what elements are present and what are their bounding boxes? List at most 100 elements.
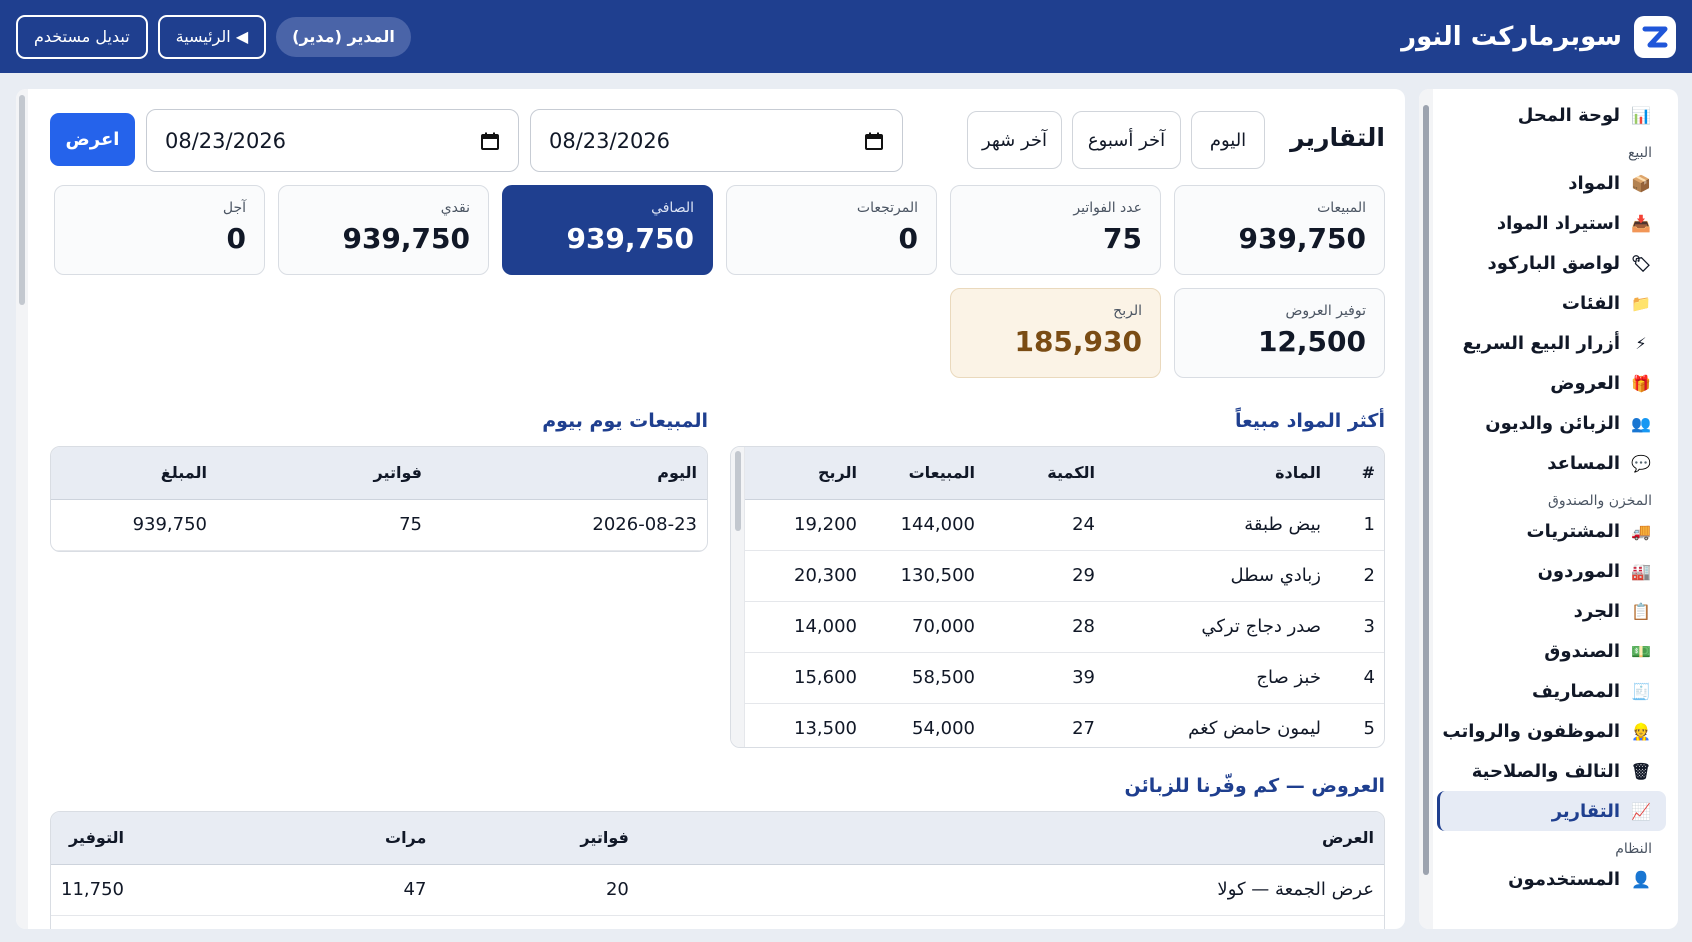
table-cell: ليمون حامض كغم	[1105, 703, 1331, 747]
tag-icon: 🏷	[1630, 253, 1652, 273]
table-header-row: # المادة الكمية المبيعات الربح	[745, 447, 1384, 500]
top-bar: سوبرماركت النور المدير (مدير) ◀ الرئيسية…	[0, 0, 1692, 73]
import-icon: 📥	[1631, 213, 1651, 233]
daily-sales-title: المبيعات يوم بيوم	[542, 410, 708, 432]
sidebar-scroll-thumb[interactable]	[1423, 105, 1429, 875]
table-cell: 39	[985, 652, 1105, 704]
sidebar-item-quick-buttons[interactable]: ⚡ أزرار البيع السريع	[1437, 323, 1666, 363]
sidebar-item-assistant[interactable]: 💬 المساعد	[1437, 443, 1666, 483]
show-report-button[interactable]: اعرض	[50, 113, 135, 166]
stat-card-profit: الربح 185,930	[950, 288, 1161, 378]
top-items-table: # المادة الكمية المبيعات الربح 1 بيض طبقة…	[730, 446, 1385, 748]
sidebar-scrollbar[interactable]	[1419, 89, 1433, 929]
column-header: فواتير	[217, 447, 432, 500]
current-user-pill: المدير (مدير)	[276, 16, 411, 57]
range-last-week-button[interactable]: آخر أسبوع	[1072, 111, 1181, 169]
column-header: المبيعات	[867, 447, 985, 500]
stat-card-credit: آجل 0	[54, 185, 265, 275]
sidebar-item-users[interactable]: 👤 المستخدمون	[1437, 859, 1666, 899]
table-cell: 2	[1331, 550, 1384, 602]
table-header-row: العرض فواتير مرات التوفير	[51, 812, 1384, 865]
table-row[interactable]: 4 خبز صاج 39 58,500 15,600	[745, 652, 1384, 704]
bar-chart-icon: 📊	[1631, 105, 1651, 125]
calendar-icon[interactable]	[480, 131, 500, 151]
calendar-icon[interactable]	[864, 131, 884, 151]
table-row[interactable]: 2026-08-23 75 939,750	[51, 499, 707, 551]
date-to-input[interactable]: 08/23/2026	[530, 109, 903, 172]
sidebar-item-damaged[interactable]: 🗑 التالف والصلاحية	[1437, 751, 1666, 791]
sidebar-item-import[interactable]: 📥 استيراد المواد	[1437, 203, 1666, 243]
table-cell: 14,000	[745, 601, 867, 653]
sidebar-item-items[interactable]: 📦 المواد	[1437, 163, 1666, 203]
table-cell: 1	[1331, 499, 1384, 551]
table-cell: 20	[436, 864, 639, 916]
app-title: سوبرماركت النور	[1401, 21, 1622, 52]
top-items-scrollbar[interactable]	[731, 447, 745, 747]
sidebar-item-reports[interactable]: 📈 التقارير	[1437, 791, 1666, 831]
brand: سوبرماركت النور	[1401, 15, 1676, 58]
sidebar-item-employees[interactable]: 👷 الموظفون والرواتب	[1437, 711, 1666, 751]
sidebar-section-system: النظام	[1615, 841, 1652, 857]
column-header: الربح	[745, 447, 867, 500]
stat-card-sales: المبيعات 939,750	[1174, 185, 1385, 275]
top-items-title: أكثر المواد مبيعاً	[1234, 410, 1385, 432]
column-header: فواتير	[436, 812, 639, 865]
offers-title: العروض — كم وفّرنا للزبائن	[1124, 775, 1385, 797]
table-cell: 19,200	[745, 499, 867, 551]
sidebar-item-barcode-labels[interactable]: 🏷 لواصق الباركود	[1437, 243, 1666, 283]
column-header: المبلغ	[51, 447, 217, 500]
table-cell: بيض طبقة	[1105, 499, 1331, 551]
range-last-month-button[interactable]: آخر شهر	[967, 111, 1062, 169]
table-row[interactable]: 5 ليمون حامض كغم 27 54,000 13,500	[745, 703, 1384, 747]
switch-user-button[interactable]: تبديل مستخدم	[16, 14, 148, 59]
table-cell: 4	[1331, 652, 1384, 704]
receipt-icon: 🧾	[1631, 681, 1651, 701]
table-row[interactable]: 3 صدر دجاج تركي 28 70,000 14,000	[745, 601, 1384, 653]
sidebar-item-offers[interactable]: 🎁 العروض	[1437, 363, 1666, 403]
clipboard-icon: 📋	[1631, 601, 1651, 621]
table-row[interactable]: 2 زبادي سطل 29 130,500 20,300	[745, 550, 1384, 602]
user-icon: 👤	[1631, 869, 1651, 889]
table-cell: 130,500	[867, 550, 985, 602]
table-cell: عرض الجمعة — كولا	[638, 864, 1384, 916]
table-row[interactable]: عرض الجمعة — كولا 20 47 11,750	[51, 864, 1384, 916]
sidebar: 📊 لوحة المحل البيع 📦 المواد 📥 استيراد الموا…	[1419, 89, 1678, 929]
top-items-scroll-thumb[interactable]	[735, 451, 741, 531]
stat-card-offers-saving: توفير العروض 12,500	[1174, 288, 1385, 378]
sidebar-item-categories[interactable]: 📁 الفئات	[1437, 283, 1666, 323]
stat-card-cash: نقدي 939,750	[278, 185, 489, 275]
sidebar-item-purchases[interactable]: 🚚 المشتريات	[1437, 511, 1666, 551]
table-cell: 15,600	[745, 652, 867, 704]
table-cell: 28	[985, 601, 1105, 653]
sidebar-item-cashbox[interactable]: 💵 الصندوق	[1437, 631, 1666, 671]
range-today-button[interactable]: اليوم	[1191, 111, 1265, 169]
column-header: العرض	[638, 812, 1384, 865]
table-cell: 939,750	[51, 499, 217, 551]
main-scrollbar[interactable]	[16, 89, 28, 929]
trash-icon: 🗑	[1630, 761, 1652, 781]
lightning-icon: ⚡	[1635, 333, 1647, 353]
main-scroll-thumb[interactable]	[19, 95, 25, 305]
table-cell: 54,000	[867, 703, 985, 747]
users-icon: 👥	[1631, 413, 1651, 433]
sidebar-item-expenses[interactable]: 🧾 المصاريف	[1437, 671, 1666, 711]
chart-icon: 📈	[1631, 801, 1651, 821]
table-cell: 75	[217, 499, 432, 551]
stat-card-invoices: عدد الفواتير 75	[950, 185, 1161, 275]
home-button[interactable]: ◀ الرئيسية	[157, 14, 267, 59]
date-from-input[interactable]: 08/23/2026	[146, 109, 519, 172]
stat-card-net: الصافي 939,750	[502, 185, 713, 275]
table-row[interactable]: 1 بيض طبقة 24 144,000 19,200	[745, 499, 1384, 551]
table-header-row: اليوم فواتير المبلغ	[51, 447, 707, 500]
offers-table: العرض فواتير مرات التوفير عرض الجمعة — ك…	[50, 811, 1385, 929]
daily-sales-table: اليوم فواتير المبلغ 2026-08-23 75 939,750	[50, 446, 708, 552]
sidebar-item-suppliers[interactable]: 🏭 الموردون	[1437, 551, 1666, 591]
column-header: اليوم	[432, 447, 707, 500]
sidebar-section-store: المخزن والصندوق	[1548, 493, 1652, 509]
sidebar-item-inventory[interactable]: 📋 الجرد	[1437, 591, 1666, 631]
table-cell: 11,750	[51, 864, 134, 916]
sidebar-item-dashboard[interactable]: 📊 لوحة المحل	[1437, 95, 1666, 135]
table-cell: 58,500	[867, 652, 985, 704]
sidebar-item-customers[interactable]: 👥 الزبائن والديون	[1437, 403, 1666, 443]
cash-icon: 💵	[1631, 641, 1651, 661]
